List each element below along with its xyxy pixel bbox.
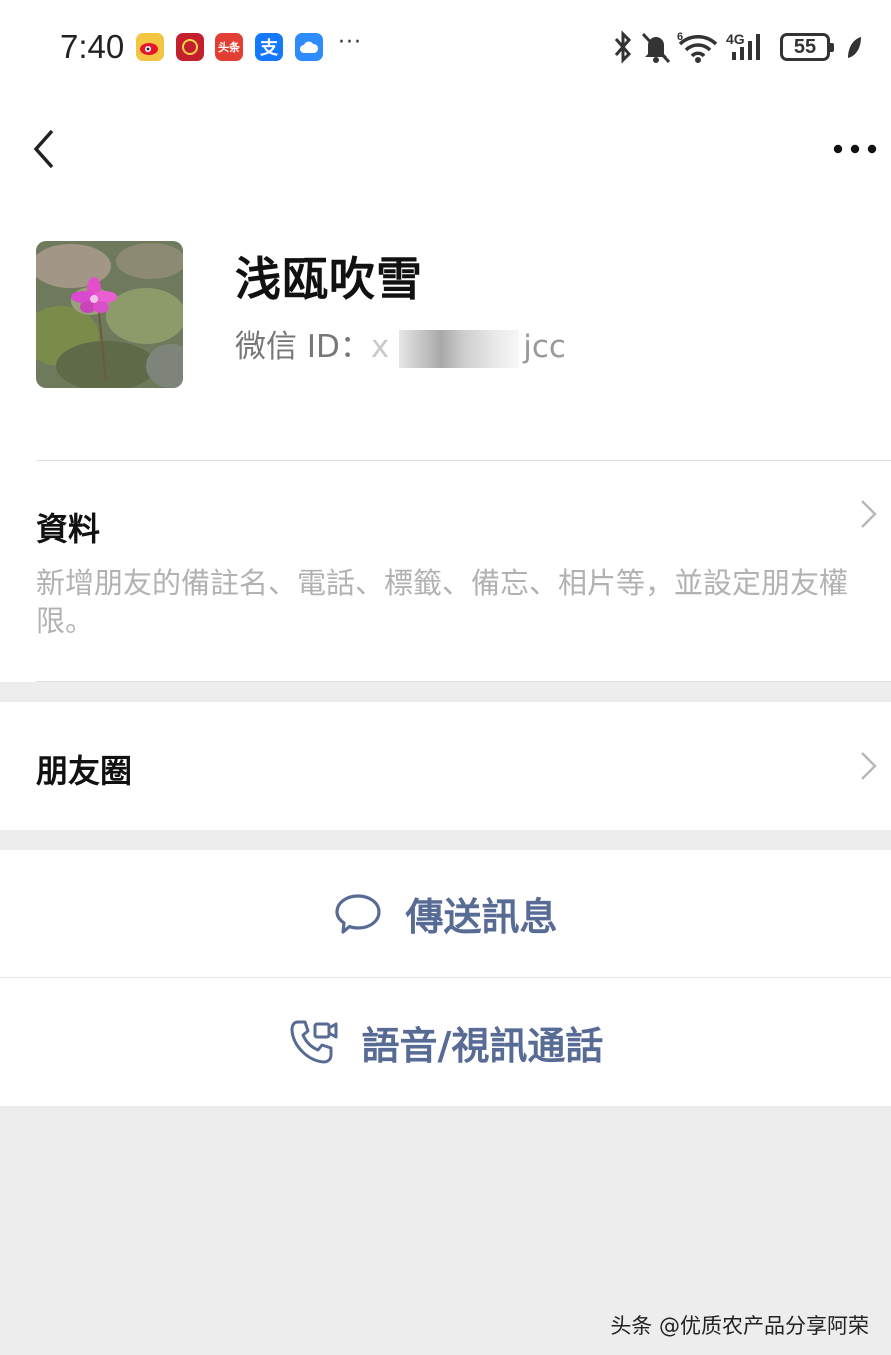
wifi-icon: 6 [677,31,718,63]
watermark: 头条 @优质农产品分享阿荣 [610,1314,869,1338]
send-message-label: 傳送訊息 [405,895,558,939]
weibo-icon [136,33,164,61]
chevron-right-icon [861,752,877,780]
app-red-icon [176,33,204,61]
chevron-right-icon [861,500,877,528]
chat-bubble-icon [335,893,382,934]
network-label: 4G [726,31,745,47]
bell-muted-icon [641,32,671,64]
status-bar: 7:40 头条 支 ··· 6 4G 55 [0,0,891,95]
send-message-button[interactable]: 傳送訊息 [0,850,891,977]
voice-video-call-label: 語音/視訊通話 [361,1023,604,1068]
info-description: 新增朋友的備註名、電話、標籤、備忘、相片等，並設定朋友權限。 [36,566,849,638]
toutiao-icon: 头条 [215,33,243,61]
cloud-icon [295,33,323,61]
moments-title: 朋友圈 [36,752,133,790]
wechat-id-redaction [399,329,520,368]
avatar[interactable] [36,241,183,388]
wechat-id: 微信 ID：x jcc [235,321,566,368]
profile-header: 浅瓯吹雪 微信 ID：x jcc [0,215,891,460]
action-section: 傳送訊息 語音/視訊通話 [0,850,891,1106]
battery-indicator: 55 [780,33,834,61]
divider [36,681,891,682]
status-time: 7:40 [60,28,125,65]
wechat-id-suffix: jcc [523,329,566,365]
wechat-id-prefix: x [370,329,390,365]
divider [36,460,891,461]
more-dots-icon[interactable] [832,143,878,155]
info-section[interactable]: 資料 新增朋友的備註名、電話、標籤、備忘、相片等，並設定朋友權限。 [0,460,891,682]
voice-video-call-button[interactable]: 語音/視訊通話 [0,978,891,1106]
contact-name: 浅瓯吹雪 [235,252,423,306]
nav-bar [0,95,891,215]
moments-row[interactable]: 朋友圈 [0,702,891,830]
cell-signal-icon: 4G [726,31,760,60]
sim-label: 6 [677,31,683,43]
more-notifications-icon: ··· [338,30,362,55]
chevron-left-icon[interactable] [30,125,60,175]
leaf-icon [848,37,861,58]
phone-video-icon [290,1020,338,1064]
alipay-icon: 支 [255,33,283,61]
bluetooth-icon [614,30,632,64]
wechat-id-label: 微信 ID： [235,329,371,365]
info-title: 資料 [36,510,101,548]
